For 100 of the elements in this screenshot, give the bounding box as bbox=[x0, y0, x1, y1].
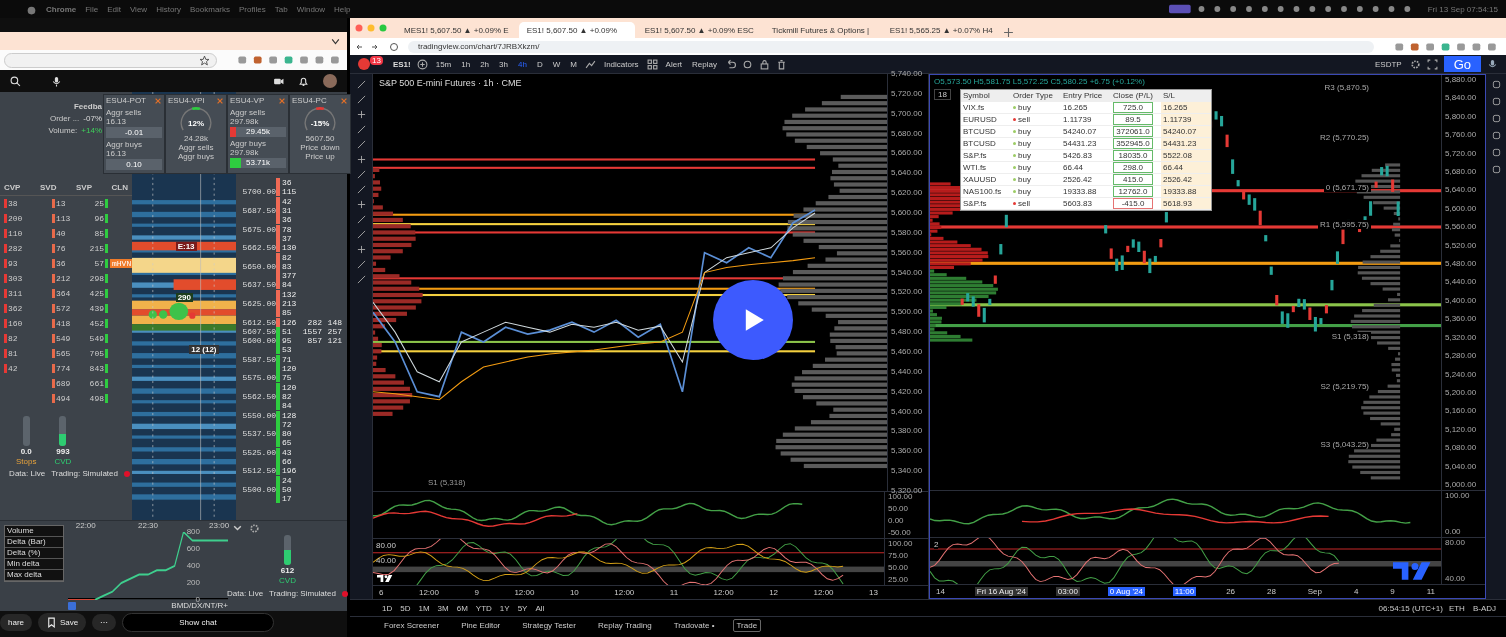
legend-toggle[interactable]: 2 bbox=[934, 540, 939, 549]
indicators-button[interactable]: Indicators bbox=[601, 59, 641, 69]
range-button[interactable]: 5D bbox=[398, 603, 413, 613]
menu-item[interactable]: Help bbox=[334, 4, 351, 14]
panel-tab[interactable]: Tradovate • bbox=[669, 618, 719, 632]
menu-item[interactable]: Volume bbox=[5, 526, 63, 537]
range-button[interactable]: 3M bbox=[435, 603, 451, 613]
panel-tab[interactable]: Trade bbox=[732, 618, 762, 632]
panel-tab[interactable]: Pine Editor bbox=[457, 618, 505, 632]
menu-item[interactable]: Window bbox=[296, 4, 326, 14]
menu-item[interactable]: Min delta bbox=[5, 559, 63, 570]
range-button[interactable]: All bbox=[533, 603, 547, 613]
range-button[interactable]: 5Y bbox=[515, 603, 530, 613]
settings-icon[interactable] bbox=[1409, 58, 1421, 70]
column-header[interactable]: CVP bbox=[4, 183, 21, 192]
price-level: 5625.00 bbox=[241, 299, 276, 308]
add-icon[interactable] bbox=[1002, 27, 1014, 38]
panel-tab[interactable]: Replay Trading bbox=[593, 618, 656, 632]
level-label: R3 (5,870.5) bbox=[1322, 83, 1371, 93]
menu-item[interactable]: File bbox=[85, 4, 99, 14]
interval-button[interactable]: D bbox=[534, 59, 545, 69]
session-button[interactable]: ETH bbox=[1446, 603, 1467, 613]
axis-label: 5,340.00 bbox=[891, 467, 923, 476]
replay-button[interactable]: Replay bbox=[690, 59, 719, 69]
drawing-tool-icon[interactable] bbox=[356, 245, 366, 254]
bell-icon[interactable] bbox=[298, 75, 309, 87]
range-button[interactable]: YTD bbox=[473, 603, 494, 613]
menu-item[interactable]: Profiles bbox=[239, 4, 266, 14]
gauge-caption: 5607.50 bbox=[305, 134, 335, 143]
close-icon[interactable] bbox=[340, 96, 348, 105]
settings-icon[interactable] bbox=[249, 523, 260, 534]
microphone-icon[interactable] bbox=[51, 75, 62, 87]
close-icon[interactable] bbox=[154, 96, 162, 105]
search-icon[interactable] bbox=[10, 75, 21, 87]
trash-icon[interactable] bbox=[775, 58, 787, 70]
browser-tab[interactable]: MES1! 5,607.50 ▲ +0.09% E bbox=[396, 22, 517, 38]
symbol-search[interactable]: ES1! bbox=[392, 59, 411, 69]
panel-tab[interactable]: Strategy Tester bbox=[518, 618, 580, 632]
grid-icon[interactable] bbox=[646, 58, 658, 70]
interval-button[interactable]: W bbox=[550, 59, 563, 69]
browser-tab[interactable]: Tickmill Futures & Options | bbox=[763, 22, 880, 38]
interval-button[interactable]: M bbox=[568, 59, 579, 69]
go-button[interactable]: Go bbox=[1443, 56, 1481, 72]
price-level: 5537.50 bbox=[241, 429, 276, 439]
more-button[interactable]: ⋯ bbox=[92, 613, 117, 631]
interval-button[interactable]: 4h bbox=[516, 59, 529, 69]
microphone-icon[interactable] bbox=[1487, 58, 1498, 70]
interval-button[interactable]: 15m bbox=[433, 59, 454, 69]
close-icon[interactable] bbox=[278, 96, 286, 105]
volume-cell: 85 bbox=[276, 308, 302, 318]
logo-icon[interactable] bbox=[358, 58, 370, 70]
side-dot bbox=[1013, 178, 1016, 181]
axis-label: 5,560.00 bbox=[891, 248, 923, 257]
menu-item[interactable]: Tab bbox=[274, 4, 288, 14]
menu-item[interactable]: Delta (Bar) bbox=[5, 537, 63, 548]
range-button[interactable]: 1Y bbox=[497, 603, 512, 613]
adjustment-button[interactable]: B-ADJ bbox=[1470, 603, 1498, 613]
avatar[interactable] bbox=[323, 74, 337, 88]
browser-tab[interactable]: ES1! 5,607.50 ▲ +0.09% ESC bbox=[636, 22, 762, 38]
column-header[interactable]: SVP bbox=[75, 183, 92, 192]
menu-item[interactable]: View bbox=[129, 4, 148, 14]
interval-button[interactable]: 2h bbox=[478, 59, 492, 69]
line-chart-icon[interactable] bbox=[584, 58, 596, 70]
star-icon[interactable] bbox=[199, 54, 210, 66]
add-icon[interactable] bbox=[416, 58, 428, 70]
menu-item[interactable]: Max delta bbox=[5, 570, 63, 581]
interval-button[interactable]: 3h bbox=[497, 59, 510, 69]
menu-item[interactable]: Delta (%) bbox=[5, 548, 63, 559]
panel-tab[interactable]: Forex Screener bbox=[380, 618, 444, 632]
browser-tab[interactable]: ES1! 5,607.50 ▲ +0.09% bbox=[518, 22, 635, 38]
layout-button[interactable]: ESDTP bbox=[1373, 59, 1404, 69]
menu-item[interactable]: Edit bbox=[107, 4, 121, 14]
drawing-tool-icon[interactable] bbox=[356, 155, 366, 164]
alert-button[interactable]: Alert bbox=[663, 59, 685, 69]
share-button[interactable]: hare bbox=[0, 613, 32, 631]
menu-item[interactable]: Bookmarks bbox=[190, 4, 231, 14]
browser-tab[interactable]: ES1! 5,565.25 ▲ +0.07% H4 bbox=[881, 22, 1001, 38]
level-label: S3 (5,043.25) bbox=[1318, 440, 1371, 450]
camera-icon[interactable] bbox=[741, 58, 753, 70]
price-level: 5512.50 bbox=[241, 466, 276, 476]
interval-button[interactable]: 1h bbox=[459, 59, 473, 69]
address-field[interactable] bbox=[4, 52, 217, 68]
lock-icon[interactable] bbox=[758, 58, 770, 70]
show-chat-button[interactable]: Show chat bbox=[122, 612, 274, 632]
app-name[interactable]: Chrome bbox=[46, 4, 77, 14]
save-button[interactable]: Save bbox=[38, 612, 87, 632]
range-button[interactable]: 1M bbox=[416, 603, 432, 613]
drawing-tool-icon[interactable] bbox=[356, 200, 366, 209]
column-header[interactable]: CLN bbox=[111, 183, 128, 192]
chevron-down-icon[interactable] bbox=[232, 523, 243, 534]
menu-item[interactable]: History bbox=[156, 4, 181, 14]
address-field[interactable]: tradingview.com/chart/7JRBXkzm/ bbox=[408, 40, 1374, 53]
column-header[interactable]: SVD bbox=[40, 183, 57, 192]
fullscreen-icon[interactable] bbox=[1426, 58, 1438, 70]
price-level: 5562.50 bbox=[241, 391, 276, 401]
range-button[interactable]: 6M bbox=[454, 603, 470, 613]
legend-toggle[interactable]: 18 bbox=[934, 89, 951, 100]
range-button[interactable]: 1D bbox=[380, 603, 395, 613]
drawing-tool-icon[interactable] bbox=[356, 110, 366, 119]
close-icon[interactable] bbox=[216, 96, 224, 105]
